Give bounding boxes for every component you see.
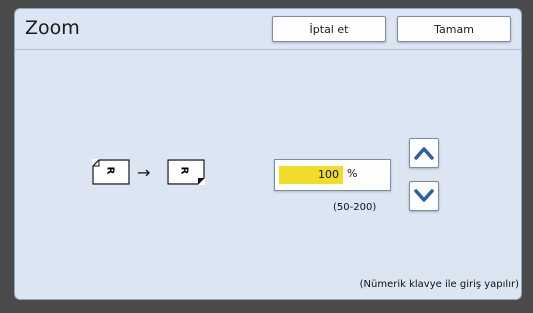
zoom-input[interactable]: 100 % [274, 159, 391, 191]
output-paper-icon: R [167, 159, 205, 185]
arrow-right-icon: → [137, 163, 151, 182]
input-hint: (Nümerik klavye ile giriş yapılır) [359, 279, 519, 290]
original-paper-icon: R [92, 159, 130, 185]
cancel-button[interactable]: İptal et [272, 16, 386, 42]
original-paper-letter: R [104, 166, 116, 175]
zoom-unit: % [347, 167, 358, 180]
increase-button[interactable] [409, 138, 439, 168]
chevron-down-icon [414, 189, 434, 202]
output-paper-letter: R [178, 166, 190, 175]
zoom-dialog: Zoom İptal et Tamam R → R 100 % (50-200) [14, 8, 522, 300]
page-title: Zoom [25, 17, 80, 39]
zoom-value[interactable]: 100 [279, 166, 343, 184]
ok-button[interactable]: Tamam [397, 16, 511, 42]
chevron-up-icon [414, 147, 434, 160]
decrease-button[interactable] [409, 181, 439, 211]
dialog-header: Zoom İptal et Tamam [15, 9, 521, 50]
zoom-range: (50-200) [333, 202, 377, 213]
